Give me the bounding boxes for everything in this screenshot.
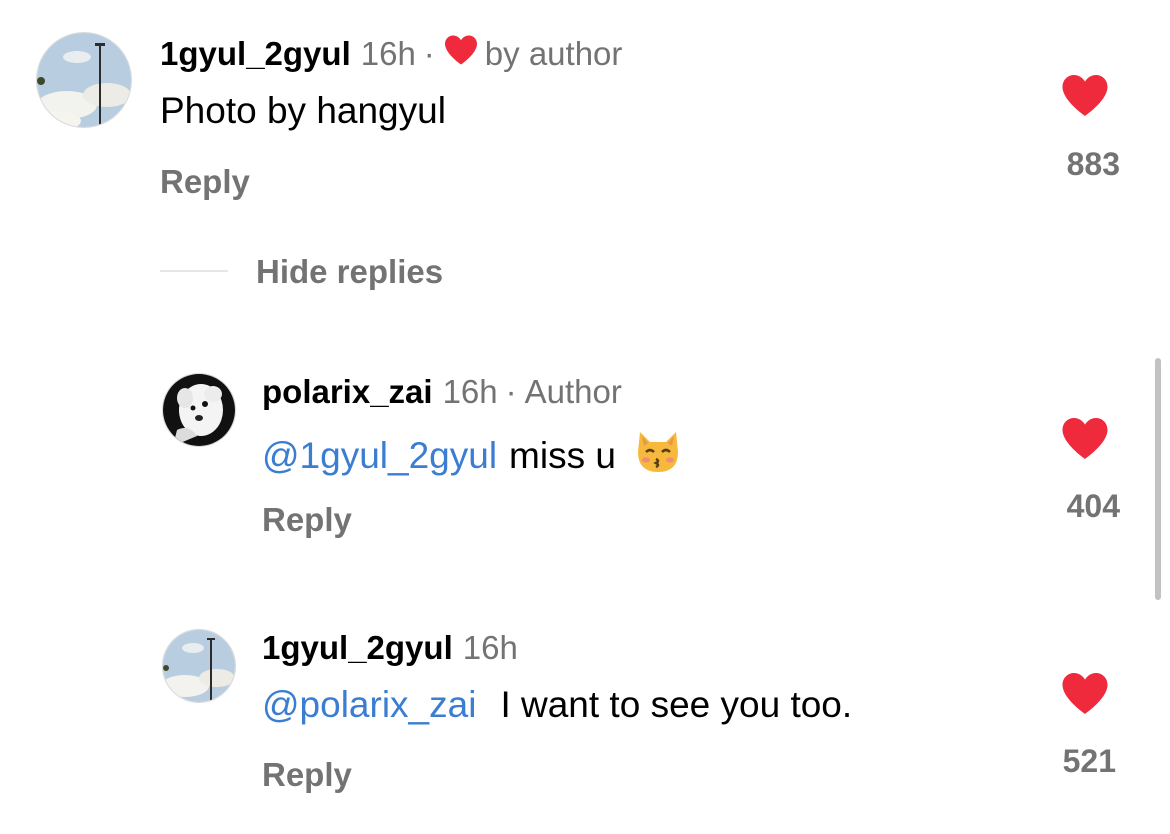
timestamp: 16h [462, 629, 518, 666]
reply-button[interactable]: Reply [160, 163, 250, 201]
avatar[interactable] [36, 32, 132, 128]
timestamp: 16h [360, 35, 416, 72]
separator-dot: · [423, 35, 435, 72]
like-heart-icon[interactable] [1060, 671, 1110, 721]
divider-line [160, 270, 228, 272]
separator-dot: · [505, 373, 517, 410]
liked-by-author-label: by author [484, 35, 623, 72]
hide-replies-button[interactable]: Hide replies [256, 253, 443, 291]
avatar[interactable] [162, 373, 236, 447]
like-heart-icon[interactable] [1060, 73, 1110, 123]
username[interactable]: polarix_zai [262, 373, 433, 411]
comment-body: I want to see you too. [500, 684, 853, 725]
kissing-cat-emoji-icon [634, 428, 682, 483]
bw-dog-avatar-icon [163, 374, 235, 446]
author-badge: Author [524, 373, 622, 410]
comment-text: Photo by hangyul [160, 90, 446, 132]
timestamp: 16h [442, 373, 498, 410]
comment-text: @1gyul_2gyul miss u [262, 428, 682, 483]
like-count: 883 [1066, 146, 1120, 182]
sky-streetlamp-avatar-icon [37, 33, 131, 127]
mention-link[interactable]: @polarix_zai [262, 684, 476, 726]
scrollbar[interactable] [1155, 358, 1161, 600]
like-count: 521 [1062, 743, 1116, 779]
comment-body: miss u [509, 434, 616, 476]
reply-button[interactable]: Reply [262, 501, 352, 539]
reply-header: 1gyul_2gyul 16h [262, 629, 518, 667]
comment-header: 1gyul_2gyul 16h · by author [160, 34, 622, 74]
username[interactable]: 1gyul_2gyul [160, 35, 351, 73]
mention-link[interactable]: @1gyul_2gyul [262, 435, 497, 477]
like-heart-icon[interactable] [1060, 416, 1110, 466]
like-count: 404 [1066, 488, 1120, 524]
sky-streetlamp-avatar-icon [163, 630, 235, 702]
avatar[interactable] [162, 629, 236, 703]
username[interactable]: 1gyul_2gyul [262, 629, 453, 667]
heart-icon [443, 34, 479, 74]
reply-header: polarix_zai 16h · Author [262, 373, 622, 411]
reply-button[interactable]: Reply [262, 756, 352, 794]
comment-body: Photo by hangyul [160, 90, 446, 131]
comment-text: @polarix_zai I want to see you too. [262, 684, 852, 726]
